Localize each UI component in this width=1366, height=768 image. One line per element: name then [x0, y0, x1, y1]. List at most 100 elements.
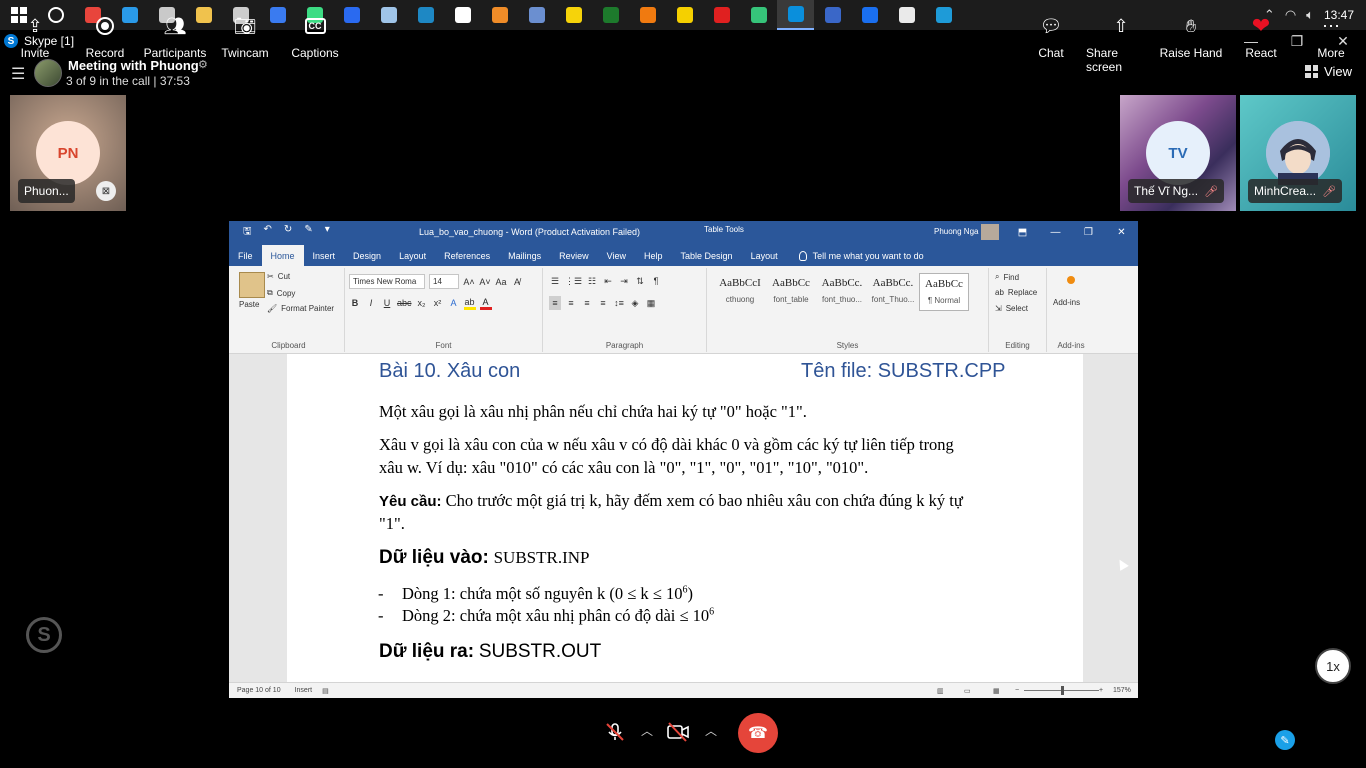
- captions-button[interactable]: CC Captions: [280, 8, 350, 60]
- tab-review[interactable]: Review: [550, 245, 598, 266]
- format-icon[interactable]: ✎: [304, 224, 312, 241]
- cut-button[interactable]: Cut: [278, 272, 290, 281]
- select-button[interactable]: Select: [1006, 304, 1028, 313]
- camera-toggle-button[interactable]: [658, 712, 698, 752]
- react-button[interactable]: ❤ React: [1226, 8, 1296, 60]
- tab-table-design[interactable]: Table Design: [672, 245, 742, 266]
- borders-icon[interactable]: ▦: [645, 296, 657, 310]
- copy-button[interactable]: Copy: [277, 289, 296, 298]
- addins-icon[interactable]: [1067, 276, 1075, 284]
- zoom-thumb[interactable]: [1061, 686, 1064, 695]
- undo-icon[interactable]: ↶: [264, 224, 272, 241]
- chevron-up-icon[interactable]: ︿: [641, 722, 653, 739]
- user-name[interactable]: Phuong Nga: [934, 227, 978, 236]
- record-button[interactable]: Record: [70, 8, 140, 60]
- pencil-icon[interactable]: ✎: [1275, 730, 1295, 750]
- tab-help[interactable]: Help: [635, 245, 672, 266]
- insert-mode[interactable]: Insert: [295, 687, 313, 694]
- style-cthuong[interactable]: AaBbCcI cthuong: [715, 273, 765, 311]
- clear-format-icon[interactable]: A̸: [511, 275, 523, 289]
- app-icon[interactable]: [444, 0, 481, 30]
- participant-tile[interactable]: TV Thế Vĩ Ng... 🎤︎: [1120, 95, 1236, 211]
- style-font-thuong[interactable]: AaBbCc. font_thuo...: [817, 273, 867, 311]
- increase-indent-icon[interactable]: ⇥: [618, 274, 630, 288]
- zoom-out-icon[interactable]: −: [1015, 687, 1019, 694]
- twincam-button[interactable]: 📷︎ Twincam: [210, 8, 280, 61]
- decrease-indent-icon[interactable]: ⇤: [602, 274, 614, 288]
- paste-button[interactable]: Paste: [239, 300, 259, 309]
- app-icon[interactable]: [518, 0, 555, 30]
- view-button[interactable]: View: [1305, 64, 1352, 79]
- highlight-icon[interactable]: ab: [463, 296, 476, 310]
- bullets-icon[interactable]: ☰: [549, 274, 561, 288]
- tell-me-search[interactable]: Tell me what you want to do: [787, 245, 924, 266]
- close-button[interactable]: ✕: [1105, 221, 1138, 243]
- style-font-table[interactable]: AaBbCc font_table: [766, 273, 816, 311]
- mute-mic-button[interactable]: [595, 712, 635, 752]
- font-name-select[interactable]: Times New Roma: [349, 274, 425, 289]
- meeting-title[interactable]: Meeting with Phuong: [68, 58, 199, 73]
- document-icon[interactable]: [888, 0, 925, 30]
- tab-file[interactable]: File: [229, 245, 262, 266]
- app-icon[interactable]: [740, 0, 777, 30]
- tab-mailings[interactable]: Mailings: [499, 245, 550, 266]
- multilevel-list-icon[interactable]: ☷: [586, 274, 598, 288]
- text-effects-icon[interactable]: A: [448, 296, 460, 310]
- pilcrow-icon[interactable]: ¶: [650, 274, 662, 288]
- tab-references[interactable]: References: [435, 245, 499, 266]
- zoom-in-icon[interactable]: +: [1099, 687, 1103, 694]
- numbering-icon[interactable]: ⋮☰: [565, 274, 582, 288]
- tab-design[interactable]: Design: [344, 245, 390, 266]
- zoom-level[interactable]: 157%: [1113, 687, 1131, 694]
- italic-icon[interactable]: I: [365, 296, 377, 310]
- tab-table-layout[interactable]: Layout: [742, 245, 787, 266]
- participants-button[interactable]: 👥︎ Participants: [140, 8, 210, 61]
- participant-tile[interactable]: PN Phuon... ⊠: [10, 95, 126, 211]
- hang-up-button[interactable]: ☎: [738, 713, 778, 753]
- restore-button[interactable]: ❐: [1072, 221, 1105, 243]
- share-screen-button[interactable]: ⇧ Share screen: [1086, 8, 1156, 75]
- tab-layout[interactable]: Layout: [390, 245, 435, 266]
- web-layout-icon[interactable]: ▦: [993, 687, 1000, 695]
- speed-button[interactable]: 1x: [1315, 648, 1351, 684]
- zalo-icon[interactable]: [851, 0, 888, 30]
- shading-icon[interactable]: ◈: [629, 296, 641, 310]
- more-button[interactable]: ⋯ More: [1296, 8, 1366, 61]
- steam-icon[interactable]: [370, 0, 407, 30]
- bold-icon[interactable]: B: [349, 296, 361, 310]
- search-tool-icon[interactable]: [629, 0, 666, 30]
- shrink-font-icon[interactable]: A˅: [479, 275, 491, 289]
- skype-icon[interactable]: [777, 0, 814, 30]
- style-normal[interactable]: AaBbCc ¶ Normal: [919, 273, 969, 311]
- format-painter-button[interactable]: Format Painter: [281, 304, 334, 313]
- paste-icon[interactable]: [239, 272, 265, 298]
- chat-button[interactable]: 💬︎ Chat: [1016, 8, 1086, 61]
- page-count[interactable]: Page 10 of 10: [237, 687, 281, 694]
- style-font-thuong-2[interactable]: AaBbCc. font_Thuo...: [868, 273, 918, 311]
- font-color-icon[interactable]: A: [479, 296, 492, 310]
- line-spacing-icon[interactable]: ↕≡: [613, 296, 625, 310]
- menu-icon[interactable]: ☰: [11, 64, 25, 84]
- align-left-icon[interactable]: ≡: [549, 296, 561, 310]
- app-icon[interactable]: [925, 0, 962, 30]
- chevron-up-icon[interactable]: ︿: [705, 722, 717, 739]
- superscript-icon[interactable]: x²: [432, 296, 444, 310]
- raise-hand-button[interactable]: ✋︎ Raise Hand: [1156, 8, 1226, 61]
- align-center-icon[interactable]: ≡: [565, 296, 577, 310]
- tab-home[interactable]: Home: [261, 245, 304, 266]
- subscript-icon[interactable]: x₂: [416, 296, 428, 310]
- ribbon-display-icon[interactable]: ⬒: [1006, 221, 1039, 243]
- print-layout-icon[interactable]: ▭: [964, 687, 971, 695]
- app-icon[interactable]: [407, 0, 444, 30]
- redo-icon[interactable]: ↻: [284, 224, 292, 241]
- participant-tile[interactable]: MinhCrea... 🎤︎: [1240, 95, 1356, 211]
- save-icon[interactable]: 🖫︎: [243, 224, 252, 241]
- app-icon[interactable]: [555, 0, 592, 30]
- read-mode-icon[interactable]: ▥: [937, 687, 944, 695]
- minimize-button[interactable]: —: [1039, 221, 1072, 243]
- pt-icon[interactable]: [592, 0, 629, 30]
- change-case-icon[interactable]: Aa: [495, 275, 507, 289]
- font-size-select[interactable]: 14: [429, 274, 459, 289]
- tab-view[interactable]: View: [598, 245, 635, 266]
- duck-icon[interactable]: [666, 0, 703, 30]
